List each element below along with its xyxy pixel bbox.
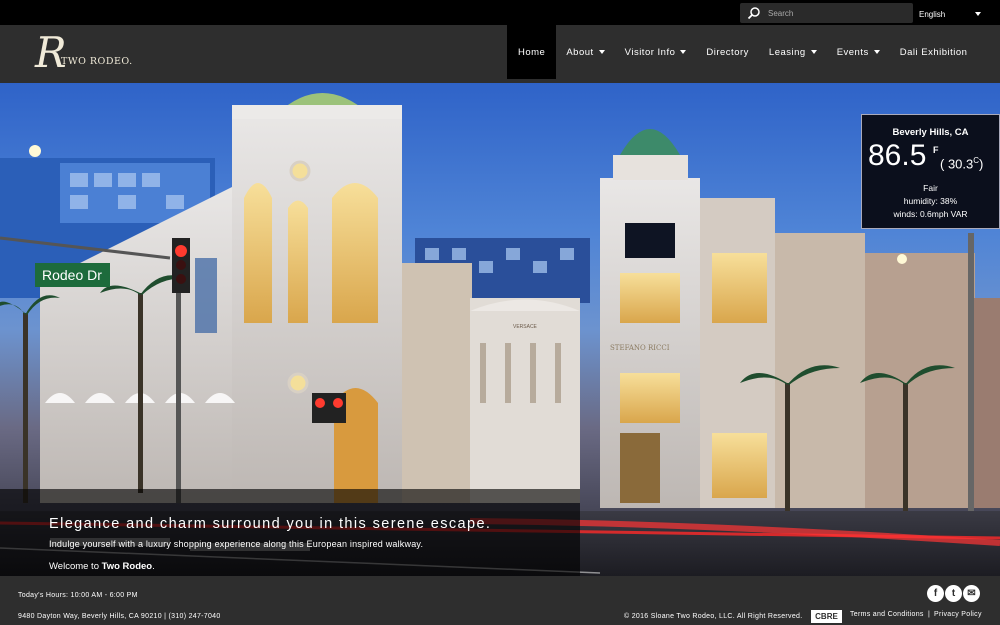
weather-temp-f: 86.5 [868,139,927,172]
main-building [40,93,402,503]
search-icon[interactable] [747,6,761,20]
weather-winds: winds: 0.6mph VAR [893,209,968,219]
chevron-down-icon [873,50,880,54]
privacy-link[interactable]: Privacy Policy [934,611,982,618]
weather-temp-c-close: ) [979,156,984,172]
email-icon[interactable]: ✉ [963,585,980,602]
logo-wordmark: TWO RODEO. [61,56,133,67]
top-bar: English [0,0,1000,25]
search-input[interactable] [768,5,908,21]
chevron-down-icon [598,50,605,54]
nav-item-label: Dali Exhibition [899,46,968,58]
chevron-down-icon [810,50,817,54]
nav-item-label: Events [836,46,869,58]
chevron-down-icon [975,12,981,16]
social-links: f t ✉ [927,585,983,603]
versace-sign: VERSACE [513,324,538,330]
footer-separator: | [928,611,930,618]
nav-item-label: Directory [706,46,749,58]
nav-menu: Home About Visitor Info Directory Leasin… [507,25,977,79]
weather-condition: Fair [923,183,938,193]
footer-address: 9480 Dayton Way, Beverly Hills, CA 90210… [18,613,221,620]
welcome-name: Two Rodeo [101,561,153,572]
logo[interactable]: R TWO RODEO. [30,28,140,77]
nav-item-visitor-info[interactable]: Visitor Info [615,25,697,79]
nav-item-leasing[interactable]: Leasing [759,25,827,79]
weather-unit-f: F [933,145,939,155]
language-label: English [919,10,946,19]
language-select[interactable]: English [913,3,987,23]
middle-buildings: VERSACE [402,263,580,503]
main-nav: R TWO RODEO. Home About Visitor Info Dir… [0,25,1000,83]
nav-item-about[interactable]: About [556,25,614,79]
nav-item-label: Home [518,46,546,58]
footer-hours: Today's Hours: 10:00 AM - 6:00 PM [18,592,138,599]
hero-banner: VERSACE STEFANO RICCI Rodeo Dr Elegance … [0,83,1000,576]
welcome-prefix: Welcome to [49,561,102,572]
footer: Today's Hours: 10:00 AM - 6:00 PM 9480 D… [0,576,1000,625]
stefano-ricci-sign: STEFANO RICCI [610,344,670,352]
terms-link[interactable]: Terms and Conditions [850,611,924,618]
nav-item-events[interactable]: Events [827,25,890,79]
weather-temp-c: ( 30.3C) [940,156,983,171]
logo-mark: R [35,28,67,77]
nav-item-dali-exhibition[interactable]: Dali Exhibition [890,25,978,79]
hero-subline: Indulge yourself with a luxury shopping … [49,539,424,549]
hero-headline: Elegance and charm surround you in this … [49,516,492,532]
footer-copyright: © 2016 Sloane Two Rodeo, LLC. All Right … [624,613,803,620]
nav-item-directory[interactable]: Directory [696,25,759,79]
search-box[interactable] [740,3,913,23]
page: English R TWO RODEO. Home About Visitor … [0,0,1000,625]
weather-temp-c-value: ( 30.3 [940,156,974,172]
weather-city: Beverly Hills, CA [892,127,969,138]
welcome-suffix: . [152,561,155,572]
nav-item-label: Visitor Info [624,46,676,58]
weather-widget: Beverly Hills, CA 86.5 F ( 30.3C) Fair h… [861,114,1000,229]
nav-item-label: Leasing [768,46,806,58]
twitter-icon[interactable]: t [945,585,962,602]
hero-welcome: Welcome to Two Rodeo. [49,561,155,572]
nav-item-label: About [566,46,594,58]
nav-item-home[interactable]: Home [507,25,557,79]
facebook-icon[interactable]: f [927,585,944,602]
street-sign: Rodeo Dr [42,267,102,283]
cbre-logo[interactable]: CBRE [811,610,842,623]
hero-caption: Elegance and charm surround you in this … [0,489,580,576]
weather-humidity: humidity: 38% [903,196,958,206]
chevron-down-icon [680,50,687,54]
